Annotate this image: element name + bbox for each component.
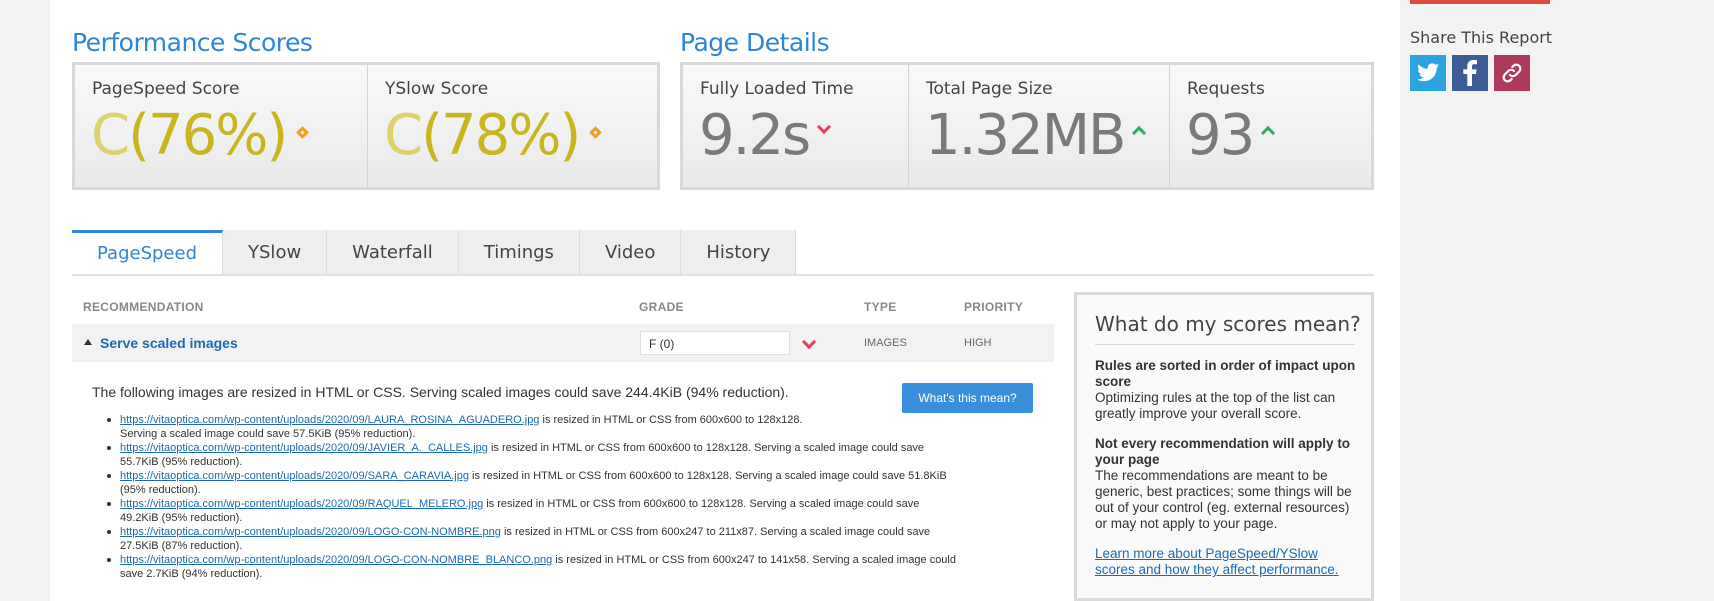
page-details-panel: Fully Loaded Time 9.2s Total Page Size 1… <box>680 62 1374 190</box>
share-facebook-button[interactable] <box>1452 55 1488 91</box>
trend-down-icon <box>817 119 832 134</box>
priority-header: PRIORITY <box>964 300 1024 314</box>
trend-up-icon <box>1132 125 1147 140</box>
collapse-caret-icon[interactable] <box>84 339 92 345</box>
image-link[interactable]: https://vitaoptica.com/wp-content/upload… <box>120 498 483 510</box>
type-header: TYPE <box>864 300 897 314</box>
grade-bar: F (0) <box>640 331 790 355</box>
list-item: https://vitaoptica.com/wp-content/upload… <box>107 497 1040 525</box>
performance-scores-panel: PageSpeed Score C(76%) YSlow Score C(78%… <box>72 62 660 190</box>
list-item: https://vitaoptica.com/wp-content/upload… <box>107 413 1040 441</box>
neutral-diamond-icon <box>589 126 603 140</box>
left-margin <box>0 0 50 601</box>
requests-value: 93 <box>1186 103 1276 168</box>
tab-divider <box>72 274 1374 276</box>
tab-pagespeed[interactable]: PageSpeed <box>72 230 224 274</box>
recommendation-header: RECOMMENDATION <box>83 300 204 314</box>
image-link[interactable]: https://vitaoptica.com/wp-content/upload… <box>120 414 539 426</box>
load-time-label: Fully Loaded Time <box>700 79 854 99</box>
resized-images-list: https://vitaoptica.com/wp-content/upload… <box>107 413 1040 581</box>
list-item: https://vitaoptica.com/wp-content/upload… <box>107 441 1040 469</box>
load-time-value: 9.2s <box>699 103 832 168</box>
list-item: https://vitaoptica.com/wp-content/upload… <box>107 469 1040 497</box>
facebook-icon <box>1463 60 1477 86</box>
tab-video[interactable]: Video <box>579 230 682 274</box>
scores-help-link-wrap: Learn more about PageSpeed/YSlow scores … <box>1095 546 1357 578</box>
load-time-cell: Fully Loaded Time 9.2s <box>683 65 909 187</box>
page-size-value: 1.32MB <box>925 103 1147 168</box>
whats-this-mean-button[interactable]: What's this mean? <box>902 383 1033 413</box>
learn-more-link[interactable]: Learn more about PageSpeed/YSlow scores … <box>1095 546 1339 577</box>
pagespeed-score-label: PageSpeed Score <box>92 79 240 99</box>
page-size-label: Total Page Size <box>926 79 1053 99</box>
neutral-diamond-icon <box>296 126 310 140</box>
grade-header: GRADE <box>639 300 684 314</box>
page-details-title: Page Details <box>680 28 830 57</box>
image-link[interactable]: https://vitaoptica.com/wp-content/upload… <box>120 526 501 538</box>
image-link[interactable]: https://vitaoptica.com/wp-content/upload… <box>120 554 552 566</box>
trend-up-icon <box>1261 125 1276 140</box>
type-value: IMAGES <box>864 337 907 349</box>
tab-history[interactable]: History <box>681 230 797 274</box>
page-size-cell: Total Page Size 1.32MB <box>909 65 1170 187</box>
yslow-score-cell: YSlow Score C(78%) <box>368 65 657 187</box>
image-link[interactable]: https://vitaoptica.com/wp-content/upload… <box>120 470 469 482</box>
list-item: https://vitaoptica.com/wp-content/upload… <box>107 553 1040 581</box>
scores-help-box: What do my scores mean? Rules are sorted… <box>1074 292 1374 601</box>
divider <box>1095 344 1355 345</box>
sidebar-accent-bar <box>1410 0 1550 4</box>
report-tabs: PageSpeed YSlow Waterfall Timings Video … <box>72 230 797 275</box>
requests-cell: Requests 93 <box>1170 65 1371 187</box>
scores-help-title: What do my scores mean? <box>1095 312 1361 336</box>
link-icon <box>1502 63 1522 83</box>
share-twitter-button[interactable] <box>1410 55 1446 91</box>
share-link-button[interactable] <box>1494 55 1530 91</box>
pagespeed-score-cell: PageSpeed Score C(76%) <box>75 65 368 187</box>
tab-timings[interactable]: Timings <box>458 230 580 274</box>
scores-help-paragraph-1: Rules are sorted in order of impact upon… <box>1095 358 1356 421</box>
pagespeed-grade: C(76%) <box>91 103 310 168</box>
right-sidebar-bg <box>1400 0 1714 601</box>
list-item: https://vitaoptica.com/wp-content/upload… <box>107 525 1040 553</box>
yslow-score-label: YSlow Score <box>385 79 489 99</box>
scores-help-paragraph-2: Not every recommendation will apply to y… <box>1095 436 1352 531</box>
performance-scores-title: Performance Scores <box>72 28 313 57</box>
share-report-title: Share This Report <box>1410 28 1553 47</box>
tab-yslow[interactable]: YSlow <box>223 230 328 274</box>
requests-label: Requests <box>1187 79 1265 99</box>
recommendation-row[interactable]: Serve scaled images F (0) IMAGES HIGH <box>72 324 1054 362</box>
tab-waterfall[interactable]: Waterfall <box>327 230 459 274</box>
yslow-grade: C(78%) <box>384 103 603 168</box>
chevron-down-icon <box>801 334 817 350</box>
recommendation-name[interactable]: Serve scaled images <box>100 335 238 351</box>
detail-intro: The following images are resized in HTML… <box>92 384 789 400</box>
twitter-icon <box>1417 63 1439 82</box>
image-link[interactable]: https://vitaoptica.com/wp-content/upload… <box>120 442 488 454</box>
priority-value: HIGH <box>964 337 992 349</box>
